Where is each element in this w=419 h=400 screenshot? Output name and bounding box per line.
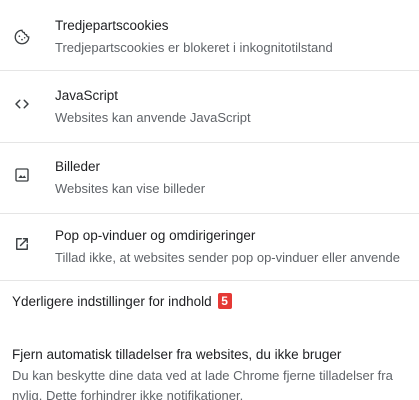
setting-description: Tredjepartscookies er blokeret i inkogni… <box>55 40 333 55</box>
setting-popups-redirects[interactable]: Pop op-vinduer og omdirigeringer Tillad … <box>0 214 419 280</box>
setting-description: Websites kan anvende JavaScript <box>55 110 251 125</box>
content-settings-page: Tredjepartscookies Tredjepartscookies er… <box>0 0 419 400</box>
setting-description: Tillad ikke, at websites sender pop op-v… <box>55 250 400 265</box>
additional-content-settings-label: Yderligere indstillinger for indhold <box>12 293 212 309</box>
auto-remove-permissions[interactable]: Fjern automatisk tilladelser fra website… <box>12 347 419 400</box>
additional-content-settings[interactable]: Yderligere indstillinger for indhold 5 <box>12 293 232 309</box>
auto-remove-description: Du kan beskytte dine data ved at lade Ch… <box>12 368 393 383</box>
setting-title: Pop op-vinduer og omdirigeringer <box>55 228 256 243</box>
open-in-new-icon <box>12 234 32 254</box>
cookie-icon <box>12 27 32 47</box>
setting-description: Websites kan vise billeder <box>55 181 206 196</box>
image-icon <box>12 165 32 185</box>
step-badge: 5 <box>217 293 232 309</box>
setting-title: JavaScript <box>55 88 119 103</box>
code-icon <box>12 94 32 114</box>
divider <box>0 280 419 281</box>
divider <box>0 70 419 71</box>
setting-title: Billeder <box>55 159 101 174</box>
setting-title: Tredjepartscookies <box>55 18 169 33</box>
setting-third-party-cookies[interactable]: Tredjepartscookies Tredjepartscookies er… <box>0 0 419 70</box>
auto-remove-description-cont: nylig. Dette forhindrer ikke notifikatio… <box>12 388 244 400</box>
auto-remove-title: Fjern automatisk tilladelser fra website… <box>12 347 342 362</box>
setting-images[interactable]: Billeder Websites kan vise billeder <box>0 143 419 213</box>
setting-javascript[interactable]: JavaScript Websites kan anvende JavaScri… <box>0 72 419 142</box>
